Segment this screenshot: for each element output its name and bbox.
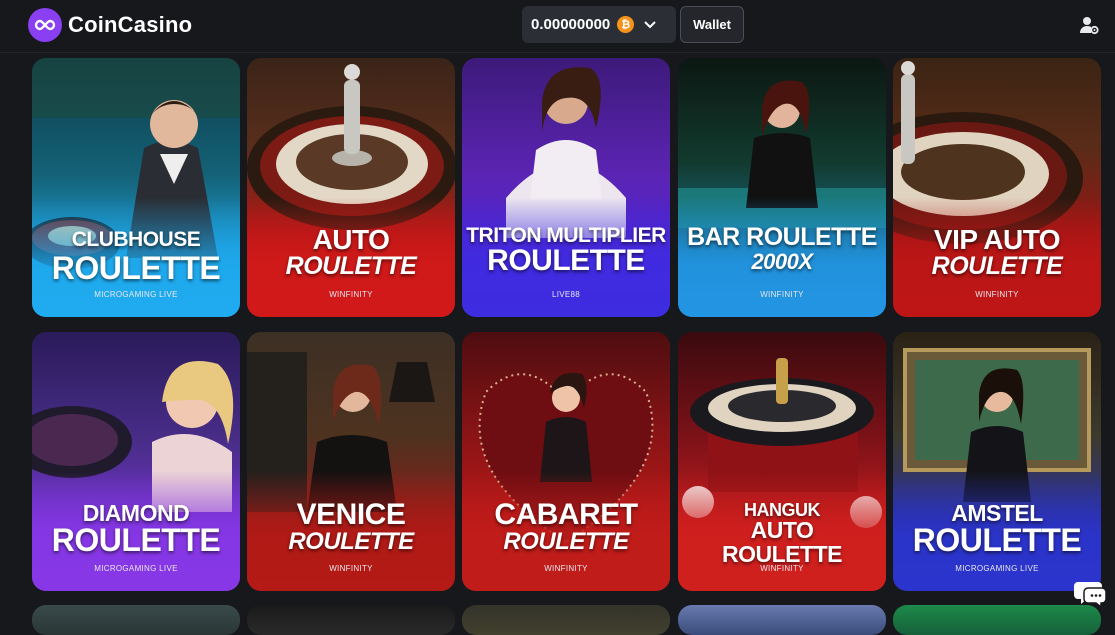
game-title-line1: CLUBHOUSE (71, 228, 201, 251)
game-title-line2: ROULETTE (51, 250, 221, 286)
game-card-auto-roulette[interactable]: AUTO ROULETTE WINFINITY (247, 58, 455, 317)
game-card-clubhouse-roulette[interactable]: CLUBHOUSE ROULETTE MICROGAMING LIVE (32, 58, 240, 317)
game-card-partial[interactable] (893, 605, 1101, 635)
game-title-line1: BAR ROULETTE (687, 223, 877, 251)
balance-value: 0.00000000 (531, 16, 611, 33)
brand-name: CoinCasino (68, 12, 193, 37)
game-provider: WINFINITY (329, 564, 373, 573)
game-title-line1: VENICE (296, 498, 406, 531)
chat-bubble-icon[interactable] (1074, 578, 1108, 609)
game-card-partial[interactable] (247, 605, 455, 635)
game-title-line2: 2000X (751, 249, 813, 274)
game-card-amstel-roulette[interactable]: AMSTEL ROULETTE MICROGAMING LIVE (893, 332, 1101, 591)
game-title-line2: AUTO ROULETTE (722, 517, 842, 567)
chevron-down-icon (644, 20, 656, 29)
game-card-partial[interactable] (32, 605, 240, 635)
game-provider: MICROGAMING LIVE (94, 290, 178, 299)
game-card-diamond-roulette[interactable]: DIAMOND ROULETTE MICROGAMING LIVE (32, 332, 240, 591)
game-provider: WINFINITY (760, 290, 804, 299)
game-card-triton-multiplier-roulette[interactable]: TRITON MULTIPLIER ROULETTE LIVE88 (462, 58, 670, 317)
game-card-vip-auto-roulette[interactable]: VIP AUTO ROULETTE WINFINITY (893, 58, 1101, 317)
game-card-partial[interactable] (462, 605, 670, 635)
game-card-hanguk-auto-roulette[interactable]: HANGUK AUTO ROULETTE WINFINITY (678, 332, 886, 591)
game-title-line2: ROULETTE (288, 528, 414, 555)
user-settings-icon[interactable] (1078, 14, 1100, 36)
game-title-line2: ROULETTE (931, 252, 1063, 280)
top-bar: CoinCasino 0.00000000 ₿ Wallet (0, 0, 1115, 53)
balance-selector[interactable]: 0.00000000 ₿ (522, 6, 676, 43)
game-title-line2: ROULETTE (912, 522, 1082, 558)
game-provider: WINFINITY (544, 564, 588, 573)
game-provider: MICROGAMING LIVE (955, 564, 1039, 573)
game-provider: WINFINITY (760, 564, 804, 573)
game-provider: WINFINITY (975, 290, 1019, 299)
logo-icon (28, 8, 62, 42)
game-provider: LIVE88 (551, 290, 581, 299)
game-card-bar-roulette-2000x[interactable]: BAR ROULETTE 2000X WINFINITY (678, 58, 886, 317)
brand-logo[interactable]: CoinCasino (28, 8, 192, 42)
bitcoin-icon: ₿ (617, 16, 635, 33)
game-title-line2: ROULETTE (51, 522, 221, 558)
game-title-line2: ROULETTE (285, 252, 417, 280)
game-card-partial[interactable] (678, 605, 886, 635)
game-provider: MICROGAMING LIVE (94, 564, 178, 573)
game-provider: WINFINITY (329, 290, 373, 299)
wallet-button[interactable]: Wallet (680, 6, 744, 43)
game-card-venice-roulette[interactable]: VENICE ROULETTE WINFINITY (247, 332, 455, 591)
game-title-line2: ROULETTE (503, 528, 629, 555)
game-title-line2: ROULETTE (487, 244, 645, 277)
game-title-line1: CABARET (494, 498, 638, 531)
game-card-cabaret-roulette[interactable]: CABARET ROULETTE WINFINITY (462, 332, 670, 591)
